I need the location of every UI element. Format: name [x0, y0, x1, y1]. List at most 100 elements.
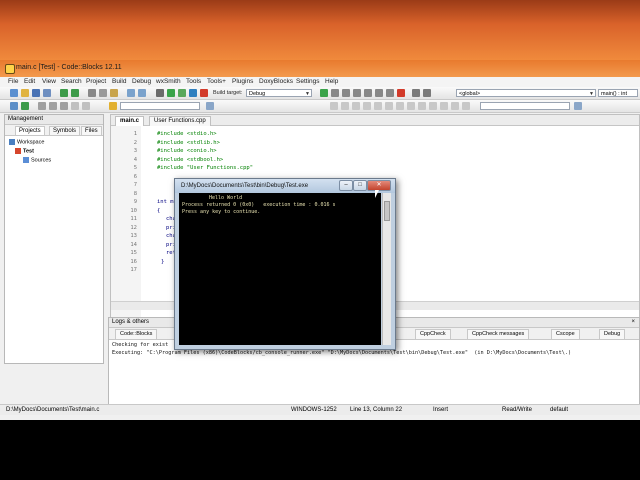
video-top-band	[0, 0, 640, 60]
next-line-icon[interactable]	[342, 89, 350, 97]
console-titlebar[interactable]: D:\MyDocs\Documents\Test\bin\Debug\Test.…	[175, 179, 395, 193]
code-line[interactable]: {	[157, 208, 160, 214]
code-line[interactable]: }	[161, 259, 164, 265]
redo-icon[interactable]	[71, 89, 79, 97]
menu-tools-plus[interactable]: Tools+	[207, 78, 226, 85]
toolbar-icon-f[interactable]	[385, 102, 393, 110]
new-file-icon[interactable]	[10, 89, 18, 97]
console-line: Press any key to continue.	[182, 209, 261, 215]
menu-file[interactable]: File	[8, 78, 18, 85]
menu-settings[interactable]: Settings	[296, 78, 320, 85]
toolbar-icon-a[interactable]	[330, 102, 338, 110]
save-all-icon[interactable]	[43, 89, 51, 97]
tab-debug[interactable]: Debug	[599, 329, 626, 339]
highlight-icon[interactable]	[109, 102, 117, 110]
open-icon[interactable]	[21, 89, 29, 97]
save-icon[interactable]	[32, 89, 40, 97]
toolbar-icon-g[interactable]	[396, 102, 404, 110]
menu-project[interactable]: Project	[86, 78, 106, 85]
toolbar-icon-c[interactable]	[352, 102, 360, 110]
toolbar-icon-e[interactable]	[374, 102, 382, 110]
menu-build[interactable]: Build	[112, 78, 126, 85]
tab-projects[interactable]: Projects	[15, 126, 45, 135]
tree-folder-sources[interactable]: Sources	[23, 157, 51, 163]
close-icon[interactable]: ×	[631, 318, 635, 327]
build-target-select[interactable]: Debug ▼	[246, 89, 312, 97]
next-instruction-icon[interactable]	[375, 89, 383, 97]
scrollbar-thumb[interactable]	[384, 201, 390, 221]
menu-debug[interactable]: Debug	[132, 78, 151, 85]
menu-help[interactable]: Help	[325, 78, 338, 85]
close-button[interactable]: ✕	[367, 180, 391, 191]
stream-comment-icon[interactable]	[71, 102, 79, 110]
break-debugger-icon[interactable]	[386, 89, 394, 97]
secondary-search-input[interactable]	[480, 102, 570, 110]
toolbar-icon-j[interactable]	[429, 102, 437, 110]
replace-icon[interactable]	[138, 89, 146, 97]
code-line[interactable]: #include "User Functions.cpp"	[157, 165, 253, 171]
find-icon-2[interactable]	[574, 102, 582, 110]
function-select[interactable]: main() : int	[598, 89, 638, 97]
paste-icon[interactable]	[110, 89, 118, 97]
uncomment-icon[interactable]	[49, 102, 57, 110]
comment-icon[interactable]	[38, 102, 46, 110]
console-scrollbar[interactable]	[382, 193, 391, 345]
menu-tools[interactable]: Tools	[186, 78, 201, 85]
undo-icon[interactable]	[60, 89, 68, 97]
run-icon[interactable]	[167, 89, 175, 97]
toolbar-icon-l[interactable]	[451, 102, 459, 110]
tab-cppcheck-messages[interactable]: CppCheck messages	[467, 329, 530, 339]
maximize-button[interactable]: □	[353, 180, 367, 191]
toolbar-icon-k[interactable]	[440, 102, 448, 110]
console-output[interactable]: Hello World Process returned 0 (0x0) exe…	[179, 193, 381, 345]
step-out-icon[interactable]	[364, 89, 372, 97]
tab-user-functions[interactable]: User Functions.cpp	[149, 116, 211, 126]
scope-select[interactable]: <global> ▼	[456, 89, 596, 97]
step-into-icon[interactable]	[353, 89, 361, 97]
minimize-button[interactable]: –	[339, 180, 353, 191]
menu-view[interactable]: View	[42, 78, 56, 85]
run-to-cursor-icon[interactable]	[331, 89, 339, 97]
code-line[interactable]: #include <stdlib.h>	[157, 140, 220, 146]
debug-windows-icon[interactable]	[412, 89, 420, 97]
debug-start-icon[interactable]	[320, 89, 328, 97]
tab-symbols[interactable]: Symbols	[49, 126, 81, 135]
rebuild-icon[interactable]	[189, 89, 197, 97]
jump-forward-icon[interactable]	[21, 102, 29, 110]
find-icon[interactable]	[127, 89, 135, 97]
code-line[interactable]: #include <stdio.h>	[157, 131, 217, 137]
code-line[interactable]: int m	[157, 199, 174, 205]
build-and-run-icon[interactable]	[178, 89, 186, 97]
tab-main-c[interactable]: main.c	[115, 116, 145, 126]
toolbar-icon-h[interactable]	[407, 102, 415, 110]
code-line[interactable]: #include <conio.h>	[157, 148, 217, 154]
tree-project-test[interactable]: Test	[15, 148, 34, 154]
tab-cppcheck[interactable]: CppCheck	[415, 329, 451, 339]
build-gear-icon[interactable]	[156, 89, 164, 97]
tab-files[interactable]: Files	[81, 126, 102, 135]
search-input[interactable]	[120, 102, 200, 110]
window-titlebar[interactable]: main.c [Test] - Code::Blocks 12.11	[0, 60, 640, 77]
menu-plugins[interactable]: Plugins	[232, 78, 253, 85]
toggle-comment-icon[interactable]	[60, 102, 68, 110]
abort-icon[interactable]	[200, 89, 208, 97]
menu-search[interactable]: Search	[61, 78, 82, 85]
toolbar-icon-d[interactable]	[363, 102, 371, 110]
debug-info-icon[interactable]	[423, 89, 431, 97]
tab-cscope[interactable]: Cscope	[551, 329, 580, 339]
copy-icon[interactable]	[99, 89, 107, 97]
cut-icon[interactable]	[88, 89, 96, 97]
toolbar-icon-b[interactable]	[341, 102, 349, 110]
toolbar-icon-i[interactable]	[418, 102, 426, 110]
box-comment-icon[interactable]	[82, 102, 90, 110]
code-line[interactable]: #include <stdbool.h>	[157, 157, 223, 163]
stop-debugger-icon[interactable]	[397, 89, 405, 97]
find-next-icon[interactable]	[206, 102, 214, 110]
tab-codeblocks-log[interactable]: Code::Blocks	[115, 329, 158, 339]
toolbar-icon-m[interactable]	[462, 102, 470, 110]
jump-back-icon[interactable]	[10, 102, 18, 110]
menu-doxyblocks[interactable]: DoxyBlocks	[259, 78, 293, 85]
menu-wxsmith[interactable]: wxSmith	[156, 78, 181, 85]
menu-edit[interactable]: Edit	[24, 78, 35, 85]
tree-workspace[interactable]: Workspace	[9, 139, 44, 145]
